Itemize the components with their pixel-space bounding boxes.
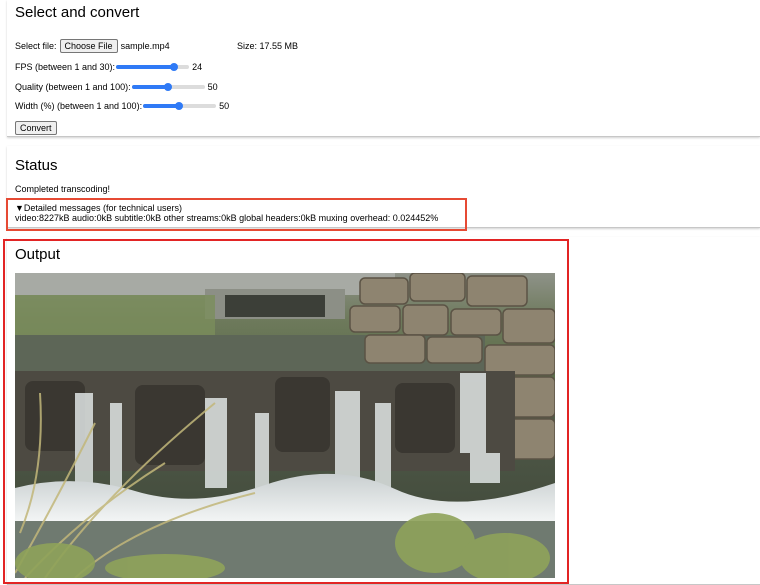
select-file-label: Select file: [15,41,57,51]
details-highlight-box [6,198,467,231]
convert-button[interactable]: Convert [15,121,57,135]
width-value: 50 [219,101,230,111]
width-label: Width (%) (between 1 and 100): [15,101,143,111]
quality-label: Quality (between 1 and 100): [15,82,131,92]
quality-slider-thumb[interactable] [163,83,172,91]
convert-row: Convert [15,121,57,135]
select-convert-panel: Select and convert Select file: Choose F… [7,0,760,137]
status-title: Status [15,157,58,174]
fps-slider-thumb[interactable] [169,63,178,71]
file-row: Select file: Choose File sample.mp4 Size… [15,39,298,53]
fps-label: FPS (between 1 and 30): [15,62,116,72]
fps-value: 24 [192,62,203,72]
select-convert-title: Select and convert [15,4,140,21]
quality-slider[interactable] [131,80,205,94]
width-slider[interactable] [143,99,217,113]
choose-file-button[interactable]: Choose File [59,39,118,53]
fps-row: FPS (between 1 and 30): 24 [15,60,202,74]
quality-row: Quality (between 1 and 100): 50 [15,80,218,94]
quality-value: 50 [207,82,218,92]
file-size-text: Size: 17.55 MB [237,41,299,51]
width-row: Width (%) (between 1 and 100): 50 [15,99,229,113]
waterfall-video-frame [15,273,555,578]
width-slider-thumb[interactable] [175,102,184,110]
status-message: Completed transcoding! [15,184,111,194]
fps-slider[interactable] [116,60,190,74]
selected-filename: sample.mp4 [120,41,170,51]
output-video[interactable] [15,273,555,578]
